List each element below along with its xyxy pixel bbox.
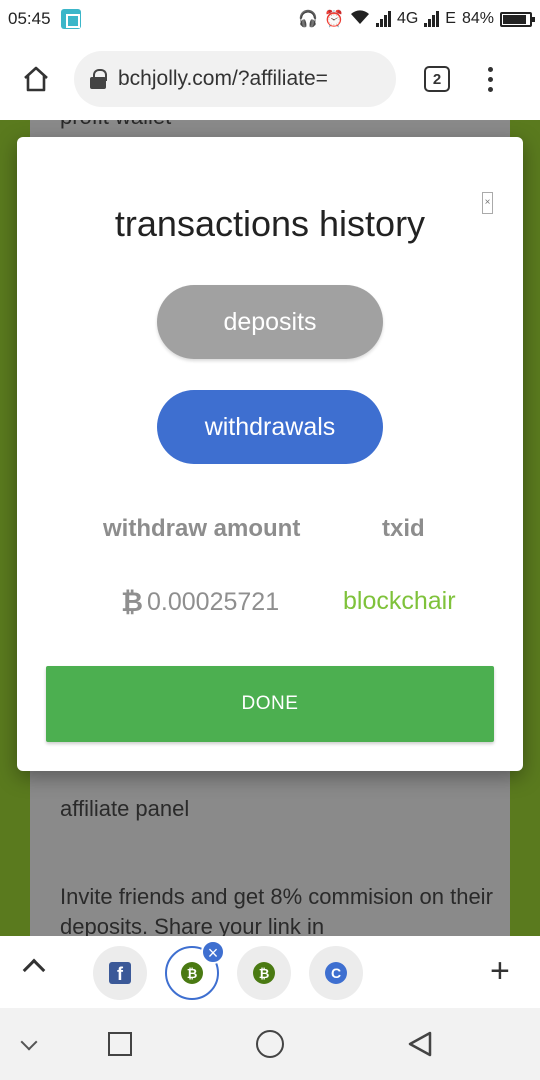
headphones-icon: 🎧 bbox=[298, 11, 319, 28]
bitcoin-icon: ₿ bbox=[121, 587, 144, 617]
chevron-down-icon[interactable] bbox=[20, 1033, 38, 1051]
system-nav-bar bbox=[0, 1008, 540, 1080]
affiliate-text: Invite friends and get 8% commision on t… bbox=[60, 884, 493, 936]
url-bar[interactable]: bchjolly.com/?affiliate= bbox=[74, 51, 396, 107]
wifi-icon bbox=[350, 9, 370, 30]
url-text: bchjolly.com/?affiliate= bbox=[118, 67, 328, 90]
facebook-icon: f bbox=[109, 962, 131, 984]
withdrawals-button[interactable]: withdrawals bbox=[157, 390, 383, 464]
bitcoin-icon: ₿ bbox=[181, 962, 203, 984]
profit-wallet-text: profit wallet bbox=[60, 120, 500, 132]
deposits-button[interactable]: deposits bbox=[157, 285, 383, 359]
network-type-label: 4G bbox=[396, 10, 419, 27]
txid-link[interactable]: blockchair bbox=[343, 587, 456, 616]
network-type-label-2: E bbox=[445, 10, 456, 27]
back-icon bbox=[408, 1031, 432, 1057]
status-time: 05:45 bbox=[8, 9, 51, 28]
close-tab-icon[interactable]: × bbox=[201, 940, 225, 964]
new-tab-button[interactable]: + bbox=[490, 954, 510, 988]
bottom-tab-strip: f ₿ × ₿ C + bbox=[0, 936, 540, 1008]
battery-percent: 84% bbox=[461, 10, 494, 27]
c-icon: C bbox=[325, 962, 347, 984]
affiliate-heading: affiliate panel bbox=[60, 796, 190, 821]
withdraw-amount-cell: ₿ 0.00025721 bbox=[121, 587, 279, 618]
tab-switcher-button[interactable]: 2 bbox=[424, 66, 450, 92]
recents-button[interactable] bbox=[108, 1032, 132, 1056]
lock-icon bbox=[90, 69, 107, 89]
bitcoin-icon: ₿ bbox=[253, 962, 275, 984]
battery-icon bbox=[500, 11, 535, 27]
home-icon bbox=[24, 66, 48, 92]
done-button[interactable]: DONE bbox=[46, 666, 494, 742]
tab-bitcoin-active[interactable]: ₿ × bbox=[165, 940, 225, 1000]
signal-icon bbox=[375, 11, 391, 27]
status-bar: 05:45 🎧 ⏰ 4G E 84% bbox=[0, 0, 540, 38]
chevron-up-icon[interactable] bbox=[22, 958, 46, 982]
back-button[interactable] bbox=[406, 1030, 434, 1063]
home-button[interactable] bbox=[14, 57, 58, 101]
browser-toolbar: bchjolly.com/?affiliate= 2 bbox=[0, 38, 540, 120]
column-header-txid: txid bbox=[382, 515, 425, 542]
screenshot-icon bbox=[60, 9, 81, 29]
tab-facebook[interactable]: f bbox=[93, 946, 147, 1000]
home-nav-button[interactable] bbox=[256, 1030, 284, 1058]
withdraw-amount-value: 0.00025721 bbox=[147, 588, 280, 616]
modal-title: transactions history bbox=[114, 203, 426, 244]
tab-c[interactable]: C bbox=[309, 946, 363, 1000]
transactions-modal: × transactions history deposits withdraw… bbox=[17, 137, 523, 771]
signal-icon-2 bbox=[424, 11, 440, 27]
column-header-amount: withdraw amount bbox=[103, 515, 301, 542]
overflow-menu-button[interactable] bbox=[488, 66, 493, 92]
alarm-icon: ⏰ bbox=[324, 11, 344, 28]
tab-bitcoin[interactable]: ₿ bbox=[237, 946, 291, 1000]
